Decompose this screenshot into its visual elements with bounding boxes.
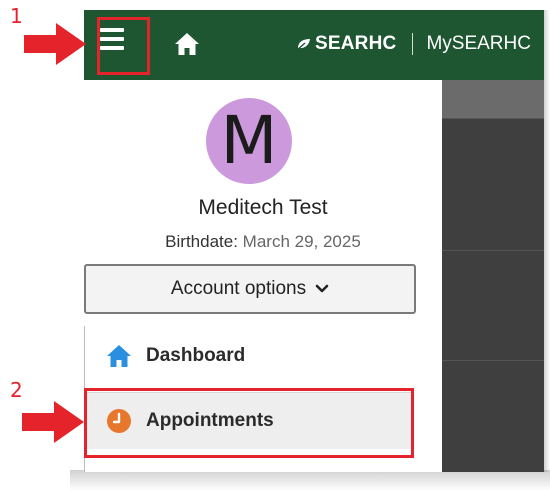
account-options-label: Account options [170, 278, 307, 299]
portal-name: MySEARHC [426, 33, 531, 54]
brand-logo[interactable]: SEARHC MySEARHC [296, 30, 531, 58]
account-options-button[interactable]: Account options [84, 264, 416, 314]
user-name: Meditech Test [198, 196, 328, 219]
annotation-highlight-menu [97, 17, 150, 75]
home-icon [107, 345, 131, 367]
chevron-down-icon [315, 284, 329, 293]
nav-item-label: Dashboard [146, 345, 246, 366]
birthdate: Birthdate: March 29, 2025 [84, 232, 442, 252]
annotation-arrow-icon [22, 401, 84, 443]
content-divider [442, 360, 544, 361]
frame-shadow-bottom [70, 470, 550, 491]
home-icon[interactable] [174, 32, 200, 56]
birthdate-label: Birthdate: [165, 232, 238, 251]
brand-divider [412, 33, 414, 55]
annotation-step-1: 1 [10, 4, 23, 28]
leaf-icon [296, 39, 310, 51]
frame-shadow-right [544, 10, 550, 472]
dimmed-content-overlay[interactable] [442, 80, 544, 472]
avatar: M [206, 98, 292, 184]
content-divider [442, 250, 544, 251]
brand-name: SEARHC [315, 33, 397, 54]
dimmed-content-header [442, 80, 544, 118]
birthdate-value: March 29, 2025 [242, 232, 361, 251]
annotation-arrow-icon [24, 23, 86, 65]
content-divider [442, 118, 544, 119]
nav-item-dashboard[interactable]: Dashboard [84, 328, 414, 384]
avatar-initial: M [220, 102, 278, 179]
annotation-highlight-appointments [84, 388, 414, 458]
